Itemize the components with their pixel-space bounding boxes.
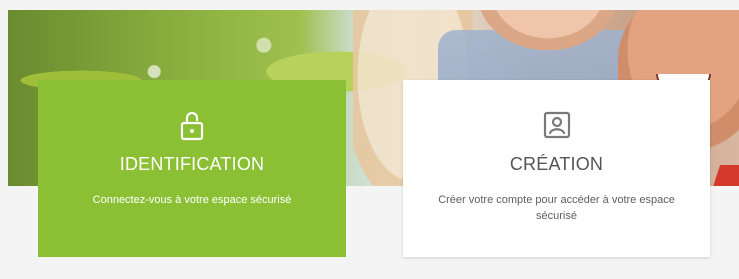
creation-card[interactable]: CRÉATION Créer votre compte pour accéder… [403, 80, 710, 257]
creation-title: CRÉATION [509, 154, 604, 174]
creation-description: Créer votre compte pour accéder à votre … [438, 194, 675, 222]
identification-title: IDENTIFICATION [119, 154, 265, 174]
user-card-icon [540, 108, 574, 142]
page: IDENTIFICATION Connectez-vous à votre es… [0, 0, 739, 279]
hero-red-shirt-shape [711, 165, 739, 186]
identification-description: Connectez-vous à votre espace sécurisé [92, 194, 292, 206]
lock-open-icon [175, 108, 209, 142]
identification-card[interactable]: IDENTIFICATION Connectez-vous à votre es… [38, 80, 346, 257]
